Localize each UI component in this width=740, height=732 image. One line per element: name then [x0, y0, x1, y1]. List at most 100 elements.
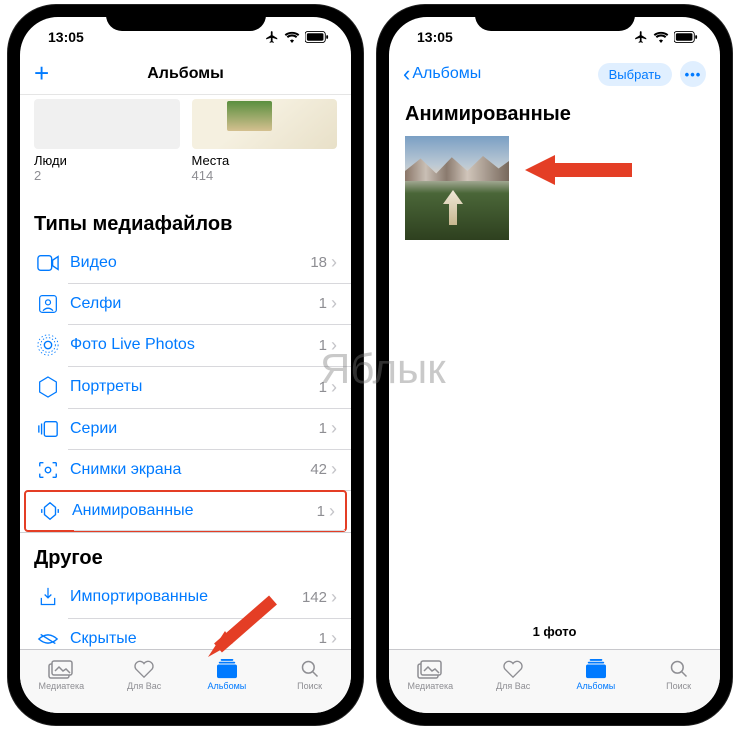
album-count: 2: [34, 168, 180, 183]
status-right: [265, 30, 329, 44]
tab-label: Поиск: [666, 681, 691, 691]
tab-label: Для Вас: [496, 681, 530, 691]
row-video[interactable]: Видео 18 ›: [20, 242, 351, 283]
row-livephotos[interactable]: Фото Live Photos 1 ›: [20, 324, 351, 366]
chevron-right-icon: ›: [331, 628, 337, 649]
library-icon: [417, 658, 443, 680]
more-button[interactable]: •••: [680, 61, 706, 87]
row-label: Снимки экрана: [70, 461, 310, 479]
battery-icon: [305, 31, 329, 43]
page-title: Альбомы: [147, 65, 224, 83]
tab-search[interactable]: Поиск: [637, 650, 720, 699]
chevron-right-icon: ›: [329, 501, 335, 522]
album-grid: Люди 2 Места 414: [20, 95, 351, 193]
red-arrow-annotation: [203, 595, 283, 665]
album-label: Люди: [34, 153, 180, 168]
row-count: 1: [319, 295, 327, 312]
home-indicator: [495, 715, 615, 719]
row-bursts[interactable]: Серии 1 ›: [20, 408, 351, 449]
album-detail-title: Анимированные: [389, 95, 720, 136]
library-icon: [48, 658, 74, 680]
chevron-right-icon: ›: [331, 459, 337, 480]
foryou-icon: [502, 658, 524, 680]
row-label: Селфи: [70, 295, 319, 313]
row-count: 1: [319, 420, 327, 437]
row-count: 1: [319, 379, 327, 396]
row-count: 1: [319, 630, 327, 647]
tab-label: Альбомы: [207, 681, 246, 691]
search-icon: [669, 658, 689, 680]
home-indicator: [126, 715, 246, 719]
chevron-left-icon: ‹: [403, 61, 410, 87]
phone-left: 13:05 + Альбомы Люди 2 Места: [8, 5, 363, 725]
row-count: 142: [302, 589, 327, 606]
back-label: Альбомы: [412, 65, 481, 83]
screenshot-icon: [34, 460, 62, 480]
nav-bar: ‹ Альбомы Выбрать •••: [389, 53, 720, 95]
tab-albums[interactable]: Альбомы: [555, 650, 638, 699]
row-count: 1: [319, 337, 327, 354]
select-button[interactable]: Выбрать: [598, 63, 672, 86]
status-time: 13:05: [417, 29, 453, 45]
chevron-right-icon: ›: [331, 335, 337, 356]
hidden-icon: [34, 630, 62, 648]
tab-label: Альбомы: [576, 681, 615, 691]
red-arrow-annotation: [517, 145, 637, 195]
section-other: Другое: [20, 532, 351, 576]
row-animated[interactable]: Анимированные 1 ›: [24, 490, 347, 532]
chevron-right-icon: ›: [331, 252, 337, 273]
tab-label: Поиск: [297, 681, 322, 691]
import-icon: [34, 586, 62, 608]
album-thumb-people: [34, 99, 180, 149]
tab-label: Медиатека: [408, 681, 454, 691]
row-screenshots[interactable]: Снимки экрана 42 ›: [20, 449, 351, 490]
back-button[interactable]: ‹ Альбомы: [403, 61, 481, 87]
albums-icon: [584, 658, 608, 680]
row-hidden[interactable]: Скрытые 1 ›: [20, 618, 351, 649]
screen-albums: 13:05 + Альбомы Люди 2 Места: [20, 17, 351, 713]
row-label: Портреты: [70, 378, 319, 396]
tab-library[interactable]: Медиатека: [20, 650, 103, 699]
content-area[interactable]: Люди 2 Места 414 Типы медиафайлов Видео …: [20, 95, 351, 649]
photo-thumbnail[interactable]: [405, 136, 509, 240]
row-label: Фото Live Photos: [70, 336, 319, 354]
album-people[interactable]: Люди 2: [34, 99, 180, 183]
livephoto-icon: [34, 334, 62, 356]
row-count: 42: [310, 461, 327, 478]
tab-foryou[interactable]: Для Вас: [103, 650, 186, 699]
row-imported[interactable]: Импортированные 142 ›: [20, 576, 351, 618]
row-portraits[interactable]: Портреты 1 ›: [20, 366, 351, 408]
tab-label: Для Вас: [127, 681, 161, 691]
battery-icon: [674, 31, 698, 43]
chevron-right-icon: ›: [331, 418, 337, 439]
photo-count-footer: 1 фото: [389, 614, 720, 649]
status-right: [634, 30, 698, 44]
video-icon: [34, 254, 62, 272]
search-icon: [300, 658, 320, 680]
animated-icon: [36, 500, 64, 522]
tab-label: Медиатека: [39, 681, 85, 691]
album-label: Места: [192, 153, 338, 168]
selfie-icon: [34, 294, 62, 314]
notch: [106, 5, 266, 31]
airplane-icon: [634, 30, 648, 44]
status-time: 13:05: [48, 29, 84, 45]
burst-icon: [34, 419, 62, 439]
tab-bar: Медиатека Для Вас Альбомы Поиск: [20, 649, 351, 713]
album-count: 414: [192, 168, 338, 183]
tab-library[interactable]: Медиатека: [389, 650, 472, 699]
airplane-icon: [265, 30, 279, 44]
chevron-right-icon: ›: [331, 587, 337, 608]
row-selfie[interactable]: Селфи 1 ›: [20, 283, 351, 324]
album-places[interactable]: Места 414: [192, 99, 338, 183]
section-media-types: Типы медиафайлов: [20, 199, 351, 242]
portrait-icon: [34, 376, 62, 398]
album-thumb-places: [192, 99, 338, 149]
row-count: 18: [310, 254, 327, 271]
tab-bar: Медиатека Для Вас Альбомы Поиск: [389, 649, 720, 713]
notch: [475, 5, 635, 31]
wifi-icon: [284, 31, 300, 43]
tab-foryou[interactable]: Для Вас: [472, 650, 555, 699]
foryou-icon: [133, 658, 155, 680]
add-button[interactable]: +: [34, 58, 49, 89]
